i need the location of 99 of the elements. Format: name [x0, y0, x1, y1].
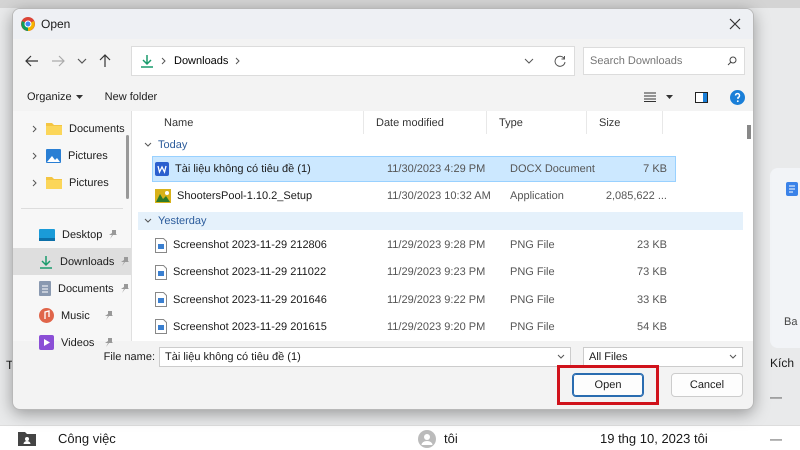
- size-cell-text: 23 KB: [636, 239, 668, 252]
- file-name: Screenshot 2023-11-29 211022: [173, 266, 326, 278]
- column-header[interactable]: Name: [138, 111, 364, 134]
- size-text: —: [770, 390, 782, 404]
- file-row[interactable]: Công việc tôi 19 thg 10, 2023 tôi —: [0, 425, 800, 450]
- column-header[interactable]: Type: [487, 111, 587, 134]
- group-header[interactable]: Yesterday: [138, 212, 743, 230]
- file-name-field[interactable]: Tài liệu không có tiêu đề (1): [159, 347, 571, 367]
- type-cell-text: PNG File: [509, 266, 556, 278]
- type-cell-text: PNG File: [509, 239, 556, 252]
- chevron-icon: [31, 178, 39, 186]
- quick-access-item[interactable]: Downloads: [13, 248, 131, 275]
- date-cell-text: 11/30/2023 10:32 AM: [386, 190, 492, 202]
- dialog-button[interactable]: Cancel: [671, 373, 743, 397]
- dropdown-icon[interactable]: [524, 57, 534, 65]
- chevron-icon: [557, 353, 565, 361]
- folder-icon: [46, 176, 62, 189]
- browser-logo-icon: [21, 17, 35, 31]
- shared-folder-icon: [18, 431, 36, 446]
- size-cell-text: 73 KB: [636, 266, 668, 278]
- address-bar[interactable]: Downloads: [131, 46, 575, 76]
- folder-icon: [46, 122, 62, 135]
- window-title: Open: [41, 17, 70, 31]
- chevron-icon: [144, 141, 152, 150]
- document-icon: [786, 182, 798, 196]
- caret-icon: [666, 95, 673, 99]
- quick-access-item[interactable]: Music: [13, 302, 131, 329]
- image-file-icon: [155, 264, 167, 280]
- file-row[interactable]: Screenshot 2023-11-29 201615 11/29/2023 9:20 PM PNG File 54 KB: [152, 314, 676, 340]
- help-button[interactable]: [730, 90, 745, 104]
- file-row[interactable]: Screenshot 2023-11-29 211022 11/29/2023 9:23 PM PNG File 73 KB: [152, 259, 676, 286]
- file-name: Tài liệu không có tiêu đề (1): [175, 162, 311, 175]
- music-icon: [39, 308, 54, 323]
- file-name: Screenshot 2023-11-29 201615: [173, 320, 327, 333]
- column-header: T: [6, 358, 14, 372]
- word-document-icon: [155, 162, 169, 176]
- document-icon: [39, 281, 51, 296]
- card-caption: Ba: [784, 316, 798, 328]
- download-icon: [140, 54, 154, 68]
- view-options-button[interactable]: [644, 92, 673, 102]
- chevron-icon: [234, 57, 242, 65]
- preview-pane-button[interactable]: [695, 92, 708, 102]
- modified-text: 19 thg 10, 2023 tôi: [600, 431, 708, 446]
- installer-icon: [155, 189, 171, 204]
- column-header: Kích: [770, 356, 794, 370]
- date-cell-text: 11/29/2023 9:23 PM: [386, 266, 486, 278]
- chevron-icon: [31, 124, 39, 132]
- type-cell-text: Application: [509, 190, 565, 202]
- tree-item[interactable]: Documents: [13, 115, 131, 142]
- caret-icon: [76, 95, 83, 99]
- size-cell-text: 33 KB: [636, 294, 668, 306]
- quick-access-item[interactable]: Documents: [13, 275, 131, 302]
- size-cell-text: 2,085,622 ...: [604, 190, 668, 202]
- chevron-icon: [160, 57, 168, 65]
- file-name: Screenshot 2023-11-29 212806: [173, 239, 327, 252]
- file-row[interactable]: Screenshot 2023-11-29 201646 11/29/2023 9:22 PM PNG File 33 KB: [152, 286, 676, 313]
- column-header[interactable]: Date modified: [364, 111, 487, 134]
- dialog-button[interactable]: Open: [572, 373, 644, 397]
- file-name-label: File name:: [104, 351, 155, 363]
- search-icon: [727, 56, 737, 66]
- date-cell-text: 11/29/2023 9:20 PM: [386, 320, 486, 333]
- owner-text: tôi: [444, 431, 458, 446]
- search-field[interactable]: Search Downloads: [583, 47, 745, 75]
- type-cell-text: PNG File: [509, 320, 556, 333]
- type-cell-text: DOCX Document: [509, 162, 596, 175]
- image-file-icon: [155, 319, 167, 334]
- file-row[interactable]: ShootersPool-1.10.2_Setup 11/30/2023 10:32 AM Application 2,085,622 ...: [152, 183, 676, 210]
- quick-access-item[interactable]: Desktop: [13, 221, 131, 248]
- breadcrumb[interactable]: Downloads: [174, 55, 228, 67]
- chevron-icon: [31, 152, 39, 160]
- chevron-icon: [144, 217, 152, 226]
- organize-button[interactable]: Organize: [27, 91, 83, 103]
- refresh-icon[interactable]: [554, 55, 566, 67]
- file-name: ShootersPool-1.10.2_Setup: [177, 190, 312, 202]
- date-cell-text: 11/29/2023 9:28 PM: [386, 239, 486, 252]
- chevron-icon: [729, 353, 737, 361]
- avatar-icon: [418, 430, 436, 448]
- new-folder-button[interactable]: New folder: [104, 91, 158, 103]
- file-name: Screenshot 2023-11-29 201646: [173, 294, 327, 306]
- desktop-icon: [39, 228, 55, 240]
- back-button[interactable]: [23, 53, 41, 69]
- file-row[interactable]: Screenshot 2023-11-29 212806 11/29/2023 9:28 PM PNG File 23 KB: [152, 232, 676, 258]
- type-cell-text: PNG File: [509, 294, 556, 306]
- file-name: Công việc: [58, 431, 116, 446]
- column-header[interactable]: Size: [587, 111, 663, 134]
- size-cell-text: 54 KB: [636, 320, 668, 333]
- file-type-dropdown[interactable]: All Files: [583, 347, 743, 367]
- chevron-icon: [77, 57, 87, 65]
- image-file-icon: [155, 292, 167, 308]
- file-row[interactable]: Tài liệu không có tiêu đề (1) 11/30/2023 4:29 PM DOCX Document 7 KB: [152, 156, 676, 182]
- date-cell-text: 11/30/2023 4:29 PM: [386, 162, 486, 175]
- up-button[interactable]: [97, 52, 113, 70]
- download-icon: [39, 254, 53, 268]
- image-file-icon: [155, 238, 167, 253]
- group-header[interactable]: Today: [138, 136, 743, 154]
- date-cell-text: 11/29/2023 9:22 PM: [386, 294, 486, 306]
- size-text: —: [770, 432, 782, 446]
- pictures-icon: [46, 148, 61, 162]
- size-cell-text: 7 KB: [642, 162, 668, 175]
